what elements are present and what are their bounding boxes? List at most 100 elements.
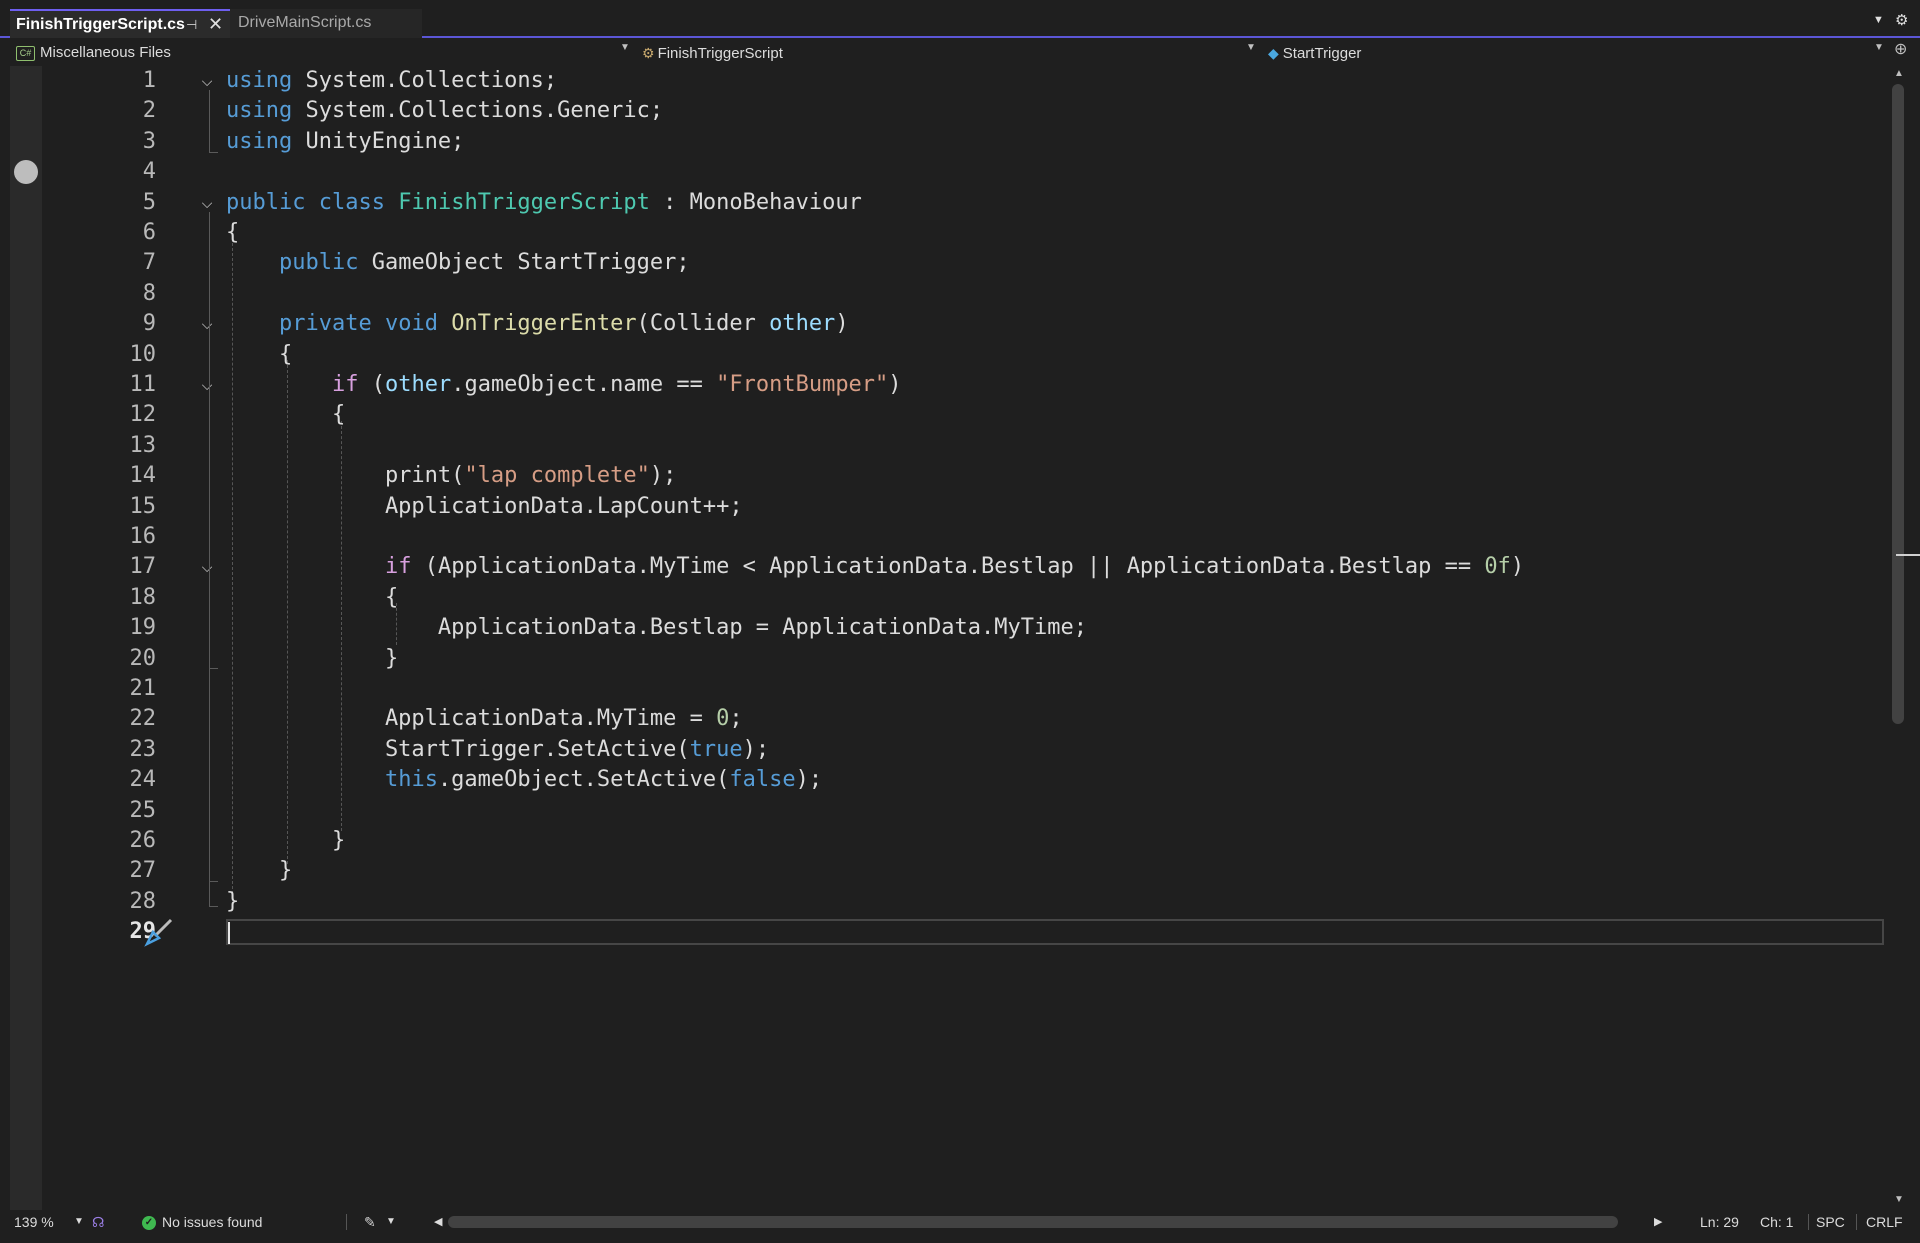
line-number: 11 (129, 372, 157, 397)
tab-label: DriveMainScript.cs (238, 14, 372, 31)
tab-drive-main-script[interactable]: DriveMainScript.cs (230, 9, 422, 38)
code-line[interactable]: } (226, 887, 239, 917)
scroll-left-icon[interactable]: ◀ (434, 1210, 442, 1234)
code-line[interactable]: ApplicationData.Bestlap = ApplicationDat… (226, 613, 1087, 643)
gear-icon[interactable]: ⚙ (1895, 11, 1908, 29)
code-line[interactable]: } (226, 644, 398, 674)
line-number: 15 (129, 494, 157, 519)
line-number: 13 (129, 433, 157, 458)
code-line[interactable]: using System.Collections; (226, 66, 557, 96)
line-number: 5 (142, 190, 156, 215)
divider (346, 1214, 347, 1230)
text-caret (228, 922, 230, 944)
code-line[interactable]: { (226, 218, 239, 248)
zoom-level[interactable]: 139 % (14, 1210, 54, 1234)
divider (1808, 1214, 1809, 1230)
divider (1856, 1214, 1857, 1230)
code-line[interactable]: using UnityEngine; (226, 127, 464, 157)
code-line[interactable]: } (226, 826, 345, 856)
collapse-icon[interactable]: ⌵ (196, 309, 218, 339)
vertical-scroll-thumb[interactable] (1892, 84, 1904, 724)
line-number: 24 (129, 767, 157, 792)
outline-line (209, 90, 210, 152)
check-icon: ✓ (142, 1216, 156, 1231)
glyph-margin[interactable] (10, 66, 42, 1210)
collapse-icon[interactable]: ⌵ (196, 188, 218, 218)
chevron-down-icon[interactable]: ▼ (386, 1210, 396, 1234)
column-position[interactable]: Ch: 1 (1760, 1210, 1793, 1234)
outline-line (209, 212, 210, 906)
line-number: 17 (129, 554, 157, 579)
line-number: 14 (129, 463, 157, 488)
line-number: 3 (142, 129, 156, 154)
code-line[interactable]: } (226, 856, 292, 886)
line-number: 2 (142, 98, 156, 123)
caret-position-marker (1896, 554, 1920, 556)
current-line-highlight (226, 919, 1884, 945)
code-line[interactable]: ApplicationData.LapCount++; (226, 492, 743, 522)
line-number: 28 (129, 889, 157, 914)
chevron-down-icon[interactable]: ▼ (1874, 42, 1884, 53)
horizontal-scroll-thumb[interactable] (448, 1216, 1618, 1228)
breakpoint-icon[interactable] (14, 160, 38, 184)
member-dropdown[interactable]: ◆ StartTrigger (1268, 43, 1361, 63)
code-line[interactable]: { (226, 340, 292, 370)
tab-finish-trigger-script[interactable]: FinishTriggerScript.cs ⊣ ✕ (10, 9, 230, 38)
collapse-icon[interactable]: ⌵ (196, 370, 218, 400)
line-position[interactable]: Ln: 29 (1700, 1210, 1739, 1234)
code-line[interactable]: this.gameObject.SetActive(false); (226, 765, 822, 795)
code-editor[interactable]: 1 2 3 4 5 6 7 8 9 10 11 12 13 14 15 16 1… (10, 66, 1920, 1210)
code-line[interactable]: print("lap complete"); (226, 461, 676, 491)
line-number: 23 (129, 737, 157, 762)
code-line[interactable]: if (ApplicationData.MyTime < Application… (226, 552, 1524, 582)
code-cleanup-icon[interactable] (143, 914, 177, 948)
code-line[interactable]: { (226, 583, 398, 613)
editor-status-bar: 139 % ▼ ☊ ✓ No issues found ✎ ▼ ◀ ▶ Ln: 2… (0, 1210, 1920, 1234)
code-line[interactable]: { (226, 400, 345, 430)
code-line[interactable]: if (other.gameObject.name == "FrontBumpe… (226, 370, 902, 400)
line-number: 6 (142, 220, 156, 245)
line-number: 20 (129, 646, 157, 671)
line-number: 19 (129, 615, 157, 640)
outline-line (209, 881, 218, 882)
line-number: 18 (129, 585, 157, 610)
code-line[interactable]: using System.Collections.Generic; (226, 96, 663, 126)
outline-line (209, 906, 218, 907)
intellicode-icon[interactable]: ☊ (92, 1210, 104, 1234)
line-number: 1 (142, 68, 156, 93)
csharp-file-icon: C# (16, 45, 35, 61)
whitespace-mode[interactable]: SPC (1816, 1210, 1845, 1234)
line-ending[interactable]: CRLF (1866, 1210, 1903, 1234)
scroll-up-icon[interactable]: ▲ (1894, 68, 1904, 79)
split-window-icon[interactable]: ⊕ (1894, 39, 1907, 59)
code-line[interactable]: ApplicationData.MyTime = 0; (226, 704, 743, 734)
member-label: StartTrigger (1282, 45, 1362, 62)
type-label: FinishTriggerScript (657, 45, 783, 62)
scroll-right-icon[interactable]: ▶ (1654, 1210, 1662, 1234)
code-line[interactable]: public GameObject StartTrigger; (226, 248, 690, 278)
collapse-icon[interactable]: ⌵ (196, 552, 218, 582)
outline-line (209, 668, 218, 669)
line-number: 7 (142, 250, 156, 275)
scroll-down-icon[interactable]: ▼ (1894, 1194, 1904, 1205)
issues-indicator[interactable]: ✓ No issues found (142, 1210, 262, 1234)
code-cleanup-icon[interactable]: ✎ (364, 1210, 376, 1234)
project-dropdown[interactable]: C# Miscellaneous Files (16, 43, 171, 63)
line-number: 21 (129, 676, 157, 701)
pin-icon[interactable]: ⊣ (186, 11, 197, 39)
navigation-bar: C# Miscellaneous Files ▼ ⚙ FinishTriggerSc… (0, 38, 1920, 66)
line-number: 10 (129, 342, 157, 367)
close-icon[interactable]: ✕ (208, 10, 223, 38)
code-line[interactable]: public class FinishTriggerScript : MonoB… (226, 188, 862, 218)
collapse-icon[interactable]: ⌵ (196, 66, 218, 96)
chevron-down-icon[interactable]: ▼ (74, 1210, 84, 1234)
code-line[interactable]: StartTrigger.SetActive(true); (226, 735, 769, 765)
type-dropdown[interactable]: ⚙ FinishTriggerScript (642, 43, 783, 63)
class-icon: ⚙ (642, 45, 655, 61)
chevron-down-icon[interactable]: ▼ (620, 42, 630, 53)
code-line[interactable]: private void OnTriggerEnter(Collider oth… (226, 309, 849, 339)
chevron-down-icon[interactable]: ▼ (1246, 42, 1256, 53)
line-number: 22 (129, 706, 157, 731)
line-number: 4 (142, 159, 156, 184)
chevron-down-icon[interactable]: ▼ (1873, 14, 1884, 26)
